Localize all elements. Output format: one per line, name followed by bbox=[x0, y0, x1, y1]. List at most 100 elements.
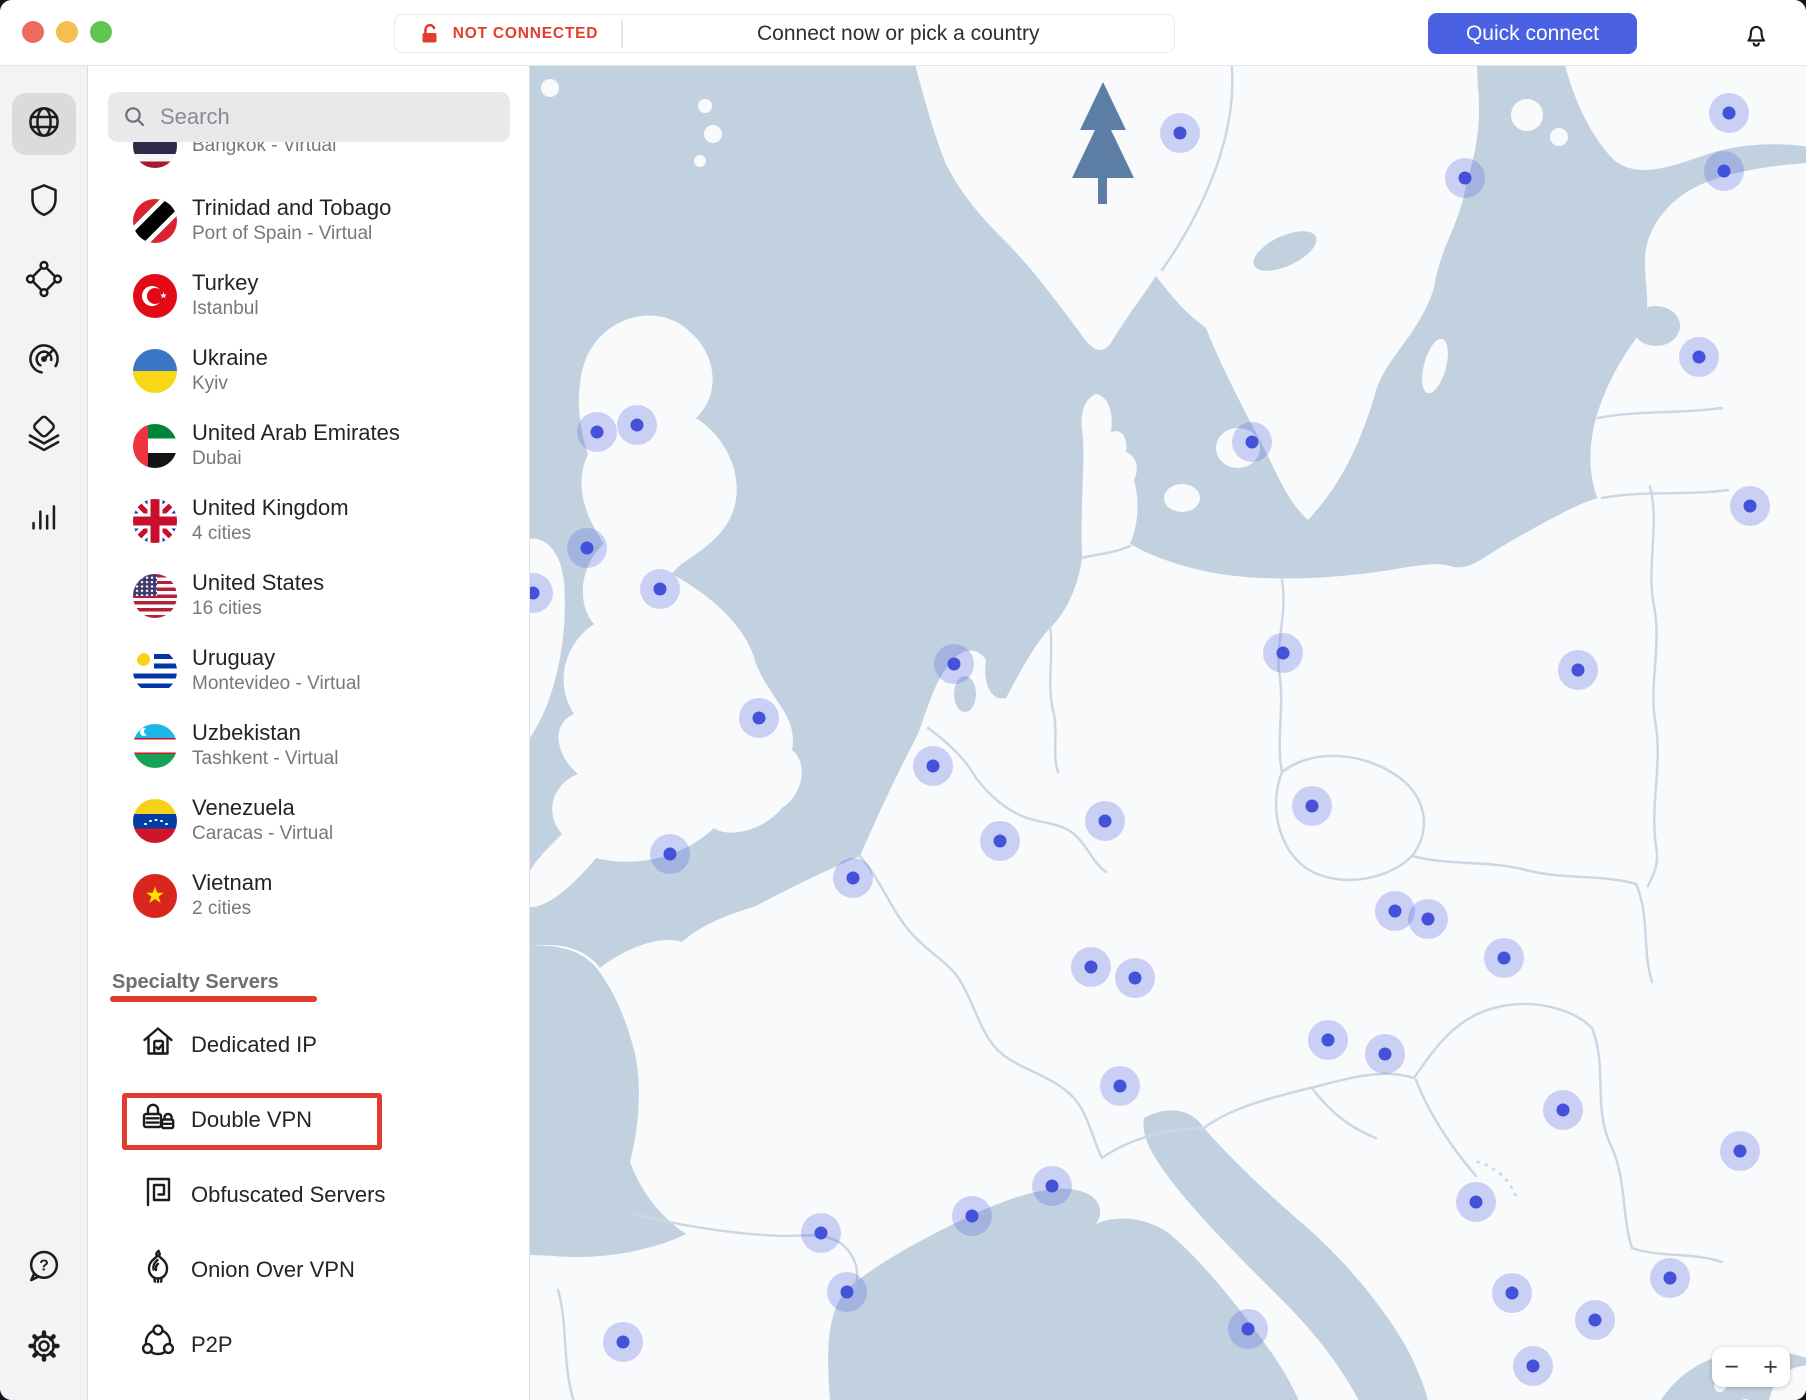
connection-picker[interactable]: NOT CONNECTED Connect now or pick a coun… bbox=[394, 14, 1175, 53]
server-marker[interactable] bbox=[1100, 1066, 1140, 1106]
server-marker[interactable] bbox=[1492, 1273, 1532, 1313]
server-marker[interactable] bbox=[1730, 486, 1770, 526]
server-marker[interactable] bbox=[1543, 1090, 1583, 1130]
server-marker[interactable] bbox=[617, 405, 657, 445]
help-icon: ? bbox=[21, 1244, 67, 1295]
server-marker[interactable] bbox=[1679, 337, 1719, 377]
zoom-in-button[interactable]: + bbox=[1759, 1355, 1782, 1380]
app-window: NOT CONNECTED Connect now or pick a coun… bbox=[0, 0, 1806, 1400]
country-name: United States bbox=[192, 570, 324, 596]
rail-item-presets[interactable] bbox=[12, 406, 76, 468]
country-city: Kyiv bbox=[192, 372, 268, 396]
country-city: Istanbul bbox=[192, 297, 259, 321]
country-row-united-arab-emirates[interactable]: United Arab EmiratesDubai bbox=[88, 408, 529, 483]
minimize-window-button[interactable] bbox=[56, 21, 78, 43]
specialty-row-p2p[interactable]: P2P bbox=[88, 1307, 529, 1382]
uae-flag-icon bbox=[133, 424, 177, 468]
server-marker[interactable] bbox=[801, 1213, 841, 1253]
server-marker[interactable] bbox=[1484, 938, 1524, 978]
notifications-bell-icon[interactable] bbox=[1740, 17, 1772, 49]
server-marker[interactable] bbox=[1558, 650, 1598, 690]
server-marker[interactable] bbox=[603, 1322, 643, 1362]
country-name: Vietnam bbox=[192, 870, 272, 896]
map-area[interactable]: − + bbox=[530, 66, 1806, 1400]
country-row-united-kingdom[interactable]: United Kingdom4 cities bbox=[88, 483, 529, 558]
server-marker[interactable] bbox=[833, 858, 873, 898]
server-marker[interactable] bbox=[913, 746, 953, 786]
stats-icon bbox=[21, 497, 67, 548]
server-marker[interactable] bbox=[1308, 1020, 1348, 1060]
country-row-bangkok-virtual[interactable]: Bangkok - Virtual bbox=[88, 142, 529, 183]
speed-icon bbox=[21, 336, 67, 387]
server-marker[interactable] bbox=[1032, 1166, 1072, 1206]
specialty-row-dedicated-ip[interactable]: Dedicated IP bbox=[88, 1007, 529, 1082]
map-zoom-control: − + bbox=[1712, 1347, 1790, 1387]
server-marker[interactable] bbox=[1650, 1258, 1690, 1298]
server-marker[interactable] bbox=[1575, 1300, 1615, 1340]
server-marker[interactable] bbox=[1292, 786, 1332, 826]
rail-item-globe[interactable] bbox=[12, 93, 76, 155]
specialty-row-double-vpn[interactable]: Double VPN bbox=[88, 1082, 529, 1157]
quick-connect-button[interactable]: Quick connect bbox=[1428, 13, 1637, 54]
country-row-uzbekistan[interactable]: UzbekistanTashkent - Virtual bbox=[88, 708, 529, 783]
settings-icon bbox=[21, 1323, 67, 1374]
country-name: Turkey bbox=[192, 270, 259, 296]
rail-item-shield[interactable] bbox=[12, 171, 76, 233]
pick-country-label[interactable]: Connect now or pick a country bbox=[623, 15, 1175, 52]
server-marker[interactable] bbox=[1456, 1182, 1496, 1222]
server-marker[interactable] bbox=[1720, 1131, 1760, 1171]
specialty-row-onion-over-vpn[interactable]: Onion Over VPN bbox=[88, 1232, 529, 1307]
server-marker[interactable] bbox=[1408, 899, 1448, 939]
meshnet-icon bbox=[21, 256, 67, 307]
server-marker[interactable] bbox=[1228, 1309, 1268, 1349]
zoom-out-button[interactable]: − bbox=[1720, 1355, 1743, 1380]
rail-item-settings[interactable] bbox=[12, 1317, 76, 1379]
server-marker[interactable] bbox=[577, 412, 617, 452]
server-marker[interactable] bbox=[934, 644, 974, 684]
server-marker[interactable] bbox=[1263, 633, 1303, 673]
presets-icon bbox=[21, 412, 67, 463]
rail-item-speed[interactable] bbox=[12, 330, 76, 392]
rail-item-meshnet[interactable] bbox=[12, 250, 76, 312]
server-marker[interactable] bbox=[1085, 801, 1125, 841]
p2p-icon bbox=[136, 1320, 180, 1369]
server-marker[interactable] bbox=[1115, 958, 1155, 998]
server-marker[interactable] bbox=[1160, 113, 1200, 153]
onion-icon bbox=[136, 1245, 180, 1294]
server-marker[interactable] bbox=[980, 821, 1020, 861]
server-marker[interactable] bbox=[1232, 422, 1272, 462]
server-marker[interactable] bbox=[640, 569, 680, 609]
close-window-button[interactable] bbox=[22, 21, 44, 43]
country-row-turkey[interactable]: TurkeyIstanbul bbox=[88, 258, 529, 333]
obfuscated-icon bbox=[136, 1170, 180, 1219]
country-row-ukraine[interactable]: UkraineKyiv bbox=[88, 333, 529, 408]
server-marker[interactable] bbox=[1445, 158, 1485, 198]
country-row-trinidad-and-tobago[interactable]: Trinidad and TobagoPort of Spain - Virtu… bbox=[88, 183, 529, 258]
zoom-window-button[interactable] bbox=[90, 21, 112, 43]
server-marker[interactable] bbox=[1071, 947, 1111, 987]
rail-item-help[interactable]: ? bbox=[12, 1238, 76, 1300]
server-marker[interactable] bbox=[827, 1272, 867, 1312]
top-bar: NOT CONNECTED Connect now or pick a coun… bbox=[0, 0, 1806, 66]
server-marker[interactable] bbox=[1365, 1034, 1405, 1074]
server-marker[interactable] bbox=[1513, 1346, 1553, 1386]
country-name: Uruguay bbox=[192, 645, 361, 671]
specialty-label: Double VPN bbox=[191, 1107, 312, 1133]
specialty-row-obfuscated-servers[interactable]: Obfuscated Servers bbox=[88, 1157, 529, 1232]
search-box[interactable] bbox=[108, 92, 510, 142]
country-row-uruguay[interactable]: UruguayMontevideo - Virtual bbox=[88, 633, 529, 708]
country-row-vietnam[interactable]: Vietnam2 cities bbox=[88, 858, 529, 933]
country-row-venezuela[interactable]: VenezuelaCaracas - Virtual bbox=[88, 783, 529, 858]
server-marker[interactable] bbox=[739, 698, 779, 738]
server-marker[interactable] bbox=[567, 528, 607, 568]
server-marker[interactable] bbox=[650, 834, 690, 874]
server-marker[interactable] bbox=[952, 1196, 992, 1236]
server-marker[interactable] bbox=[1704, 151, 1744, 191]
rail-item-stats[interactable] bbox=[12, 491, 76, 553]
country-city: 4 cities bbox=[192, 522, 349, 546]
search-input[interactable] bbox=[147, 104, 510, 130]
country-name: Trinidad and Tobago bbox=[192, 195, 391, 221]
europe-map[interactable] bbox=[530, 66, 1806, 1400]
country-row-united-states[interactable]: United States16 cities bbox=[88, 558, 529, 633]
server-marker[interactable] bbox=[1709, 93, 1749, 133]
